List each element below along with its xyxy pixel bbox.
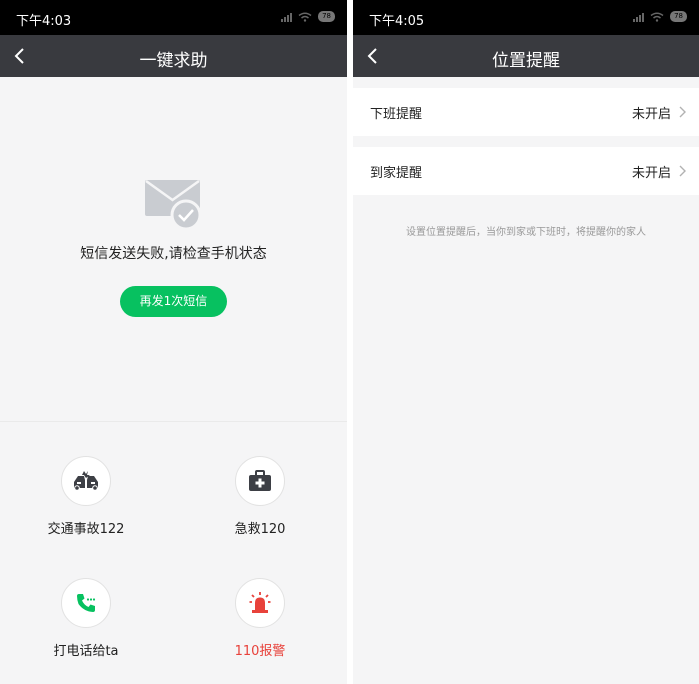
first-aid-button[interactable]: 急救120	[190, 456, 330, 537]
call-contact-button[interactable]: 打电话给ta	[16, 578, 156, 659]
arrive-home-reminder-label: 到家提醒	[370, 166, 423, 181]
call-contact-circle	[61, 578, 111, 628]
wifi-icon	[298, 12, 312, 22]
police-110-button[interactable]: 110报警	[190, 578, 330, 659]
mail-check-icon	[145, 180, 202, 231]
location-reminder-screen: 下午4:05 78 位置提醒 下班提醒 未开启 到家提醒 未开启 设置位置提醒后…	[353, 0, 699, 684]
chevron-right-icon	[679, 106, 686, 118]
traffic-accident-circle	[61, 456, 111, 506]
nav-bar: 一键求助	[0, 35, 347, 77]
status-time: 下午4:03	[16, 14, 72, 29]
resend-sms-button[interactable]: 再发1次短信	[120, 286, 227, 317]
signal-icon	[633, 12, 645, 22]
status-icons: 78	[281, 11, 335, 22]
arrive-home-reminder-status: 未开启	[631, 166, 671, 181]
emergency-actions: 交通事故122 急救120 打电话给ta 110报警	[0, 422, 347, 684]
first-aid-circle	[235, 456, 285, 506]
battery-icon: 78	[318, 11, 335, 22]
siren-icon	[249, 592, 271, 613]
wifi-icon	[650, 12, 664, 22]
police-circle	[235, 578, 285, 628]
page-title: 位置提醒	[492, 51, 560, 71]
car-accident-icon	[74, 471, 98, 491]
battery-icon: 78	[670, 11, 687, 22]
off-work-reminder-status: 未开启	[631, 107, 671, 122]
status-bar: 下午4:05 78	[353, 0, 699, 35]
page-title: 一键求助	[139, 51, 208, 71]
chevron-right-icon	[679, 165, 686, 177]
sms-fail-message: 短信发送失败,请检查手机状态	[80, 246, 267, 262]
status-time: 下午4:05	[369, 14, 425, 29]
arrive-home-reminder-row[interactable]: 到家提醒 未开启	[353, 147, 699, 195]
status-icons: 78	[633, 11, 687, 22]
call-contact-label: 打电话给ta	[53, 644, 119, 659]
traffic-accident-label: 交通事故122	[47, 522, 125, 537]
off-work-reminder-row[interactable]: 下班提醒 未开启	[353, 88, 699, 136]
first-aid-label: 急救120	[234, 522, 286, 537]
phone-icon	[77, 594, 96, 612]
reminder-hint-text: 设置位置提醒后，当你到家或下班时，将提醒你的家人	[406, 227, 646, 238]
traffic-accident-button[interactable]: 交通事故122	[16, 456, 156, 537]
signal-icon	[281, 12, 293, 22]
emergency-help-screen: 下午4:03 78 一键求助 短信发送失败,请检查手机状态 再发1次短信 交通事…	[0, 0, 347, 684]
off-work-reminder-label: 下班提醒	[370, 107, 423, 122]
status-bar: 下午4:03 78	[0, 0, 347, 35]
nav-bar: 位置提醒	[353, 35, 699, 77]
sms-status-panel: 短信发送失败,请检查手机状态 再发1次短信	[0, 77, 347, 421]
police-110-label: 110报警	[234, 644, 286, 659]
first-aid-kit-icon	[249, 470, 271, 491]
